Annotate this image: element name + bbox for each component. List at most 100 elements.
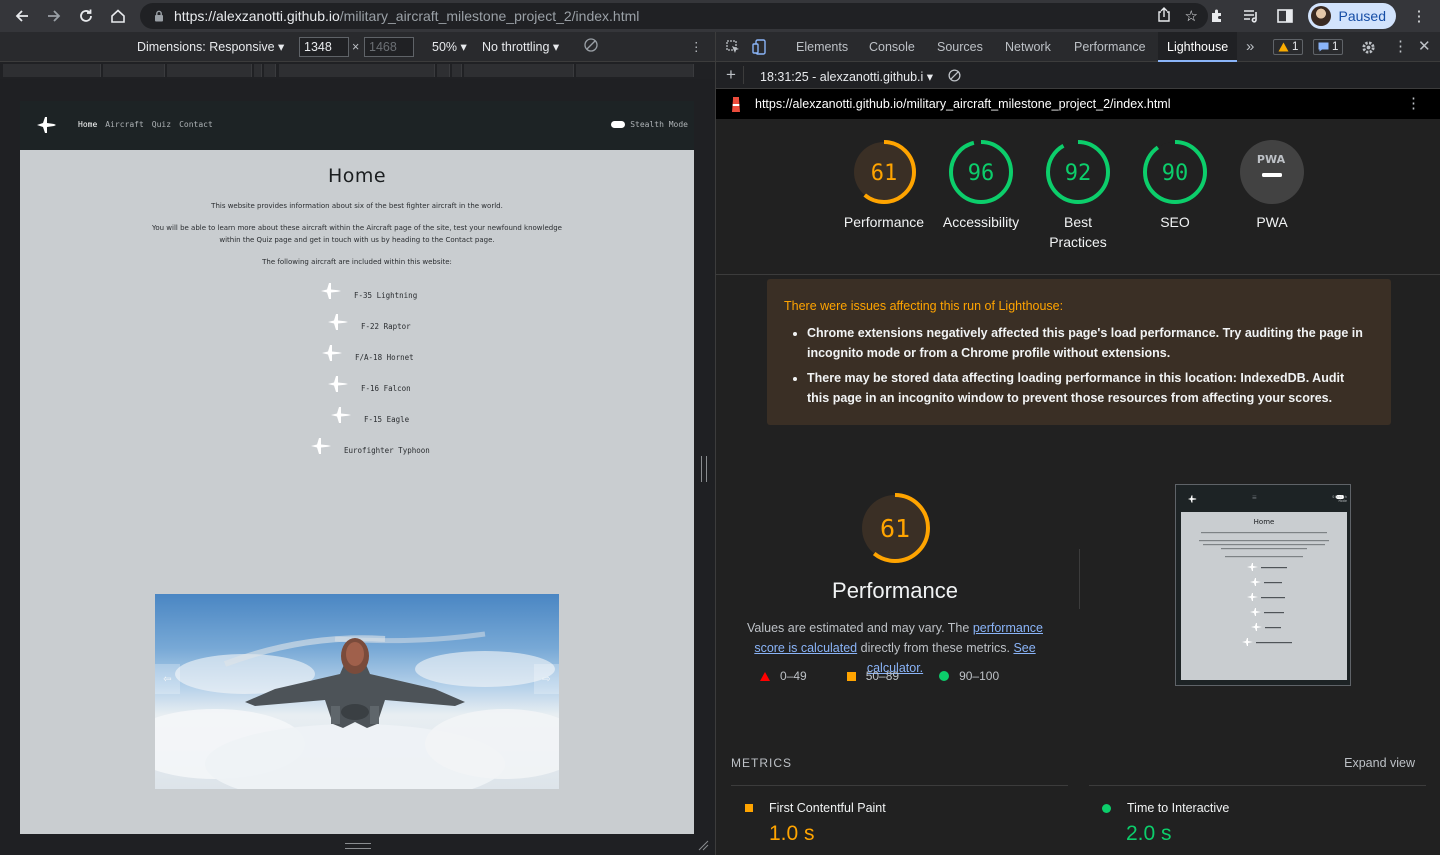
ruler-segment[interactable] [464, 64, 574, 77]
report-selector[interactable]: 18:31:25 - alexzanotti.github.i ▾ [760, 69, 933, 84]
seo-gauge-ring: 90 [1143, 140, 1207, 204]
ruler-segment[interactable] [103, 64, 165, 77]
share-icon[interactable] [1157, 6, 1171, 26]
tab-sources[interactable]: Sources [937, 32, 983, 62]
gauge-performance[interactable]: 61 Performance [834, 139, 934, 232]
dimensions-dropdown[interactable]: Dimensions: Responsive ▾ [137, 39, 284, 54]
rotate-icon[interactable] [584, 38, 598, 55]
metric-name: Time to Interactive [1127, 801, 1230, 815]
home-icon[interactable] [102, 0, 134, 32]
profile-button[interactable]: Paused [1307, 3, 1396, 29]
metrics-divider [731, 785, 1068, 786]
gauge-label-performance: Performance [843, 214, 925, 230]
nav-link-aircraft[interactable]: Aircraft [105, 120, 144, 129]
lock-icon[interactable] [152, 9, 166, 23]
toggle-switch[interactable] [611, 121, 626, 128]
jet-logo-icon[interactable] [35, 114, 57, 136]
intro-paragraph: This website provides information about … [211, 202, 503, 210]
tab-lighthouse[interactable]: Lighthouse [1158, 32, 1238, 62]
gauge-seo[interactable]: 90 SEO [1125, 139, 1225, 232]
thumbnail-jet-logo-icon [1187, 495, 1197, 503]
gauge-label-pwa: PWA [1256, 214, 1288, 230]
address-bar[interactable]: https://alexzanotti.github.io/military_a… [140, 3, 1208, 29]
nav-link-contact[interactable]: Contact [179, 120, 213, 129]
throttling-label: No throttling [482, 40, 550, 54]
metric-value: 2.0 s [1126, 822, 1172, 845]
best-practices-score: 92 [1065, 161, 1092, 186]
nav-link-quiz[interactable]: Quiz [152, 120, 171, 129]
tab-elements[interactable]: Elements [796, 32, 848, 62]
report-selector-label: 18:31:25 - alexzanotti.github.i [760, 70, 924, 84]
devtools-menu-icon[interactable]: ⋮ [1393, 32, 1408, 62]
score-legend: 0–49 50–89 90–100 [760, 669, 999, 683]
device-toolbar-menu-icon[interactable]: ⋮ [690, 39, 703, 54]
performance-score-large: 61 [880, 514, 910, 543]
ruler-segment[interactable] [167, 64, 252, 77]
height-input[interactable]: 1468 [364, 37, 414, 57]
gauge-pwa[interactable]: PWA PWA [1222, 139, 1322, 232]
carousel-next-button[interactable]: ⇨ [534, 664, 559, 694]
report-url[interactable]: https://alexzanotti.github.io/military_a… [755, 97, 1171, 111]
bookmark-star-icon[interactable]: ☆ [1185, 7, 1198, 25]
dimensions-label: Dimensions: Responsive [137, 40, 275, 54]
device-mode-toggle-icon[interactable] [752, 32, 766, 62]
extensions-puzzle-icon[interactable] [1206, 5, 1228, 27]
metric-time-to-interactive: Time to Interactive 2.0 s [1102, 801, 1229, 846]
viewport-corner-resize-handle[interactable] [697, 839, 709, 851]
legend-fail-range: 0–49 [780, 669, 807, 683]
aircraft-carousel[interactable]: ⇦ ⇨ [155, 594, 559, 789]
zoom-dropdown[interactable]: 50% ▾ [432, 39, 467, 54]
chrome-menu-icon[interactable]: ⋮ [1408, 5, 1430, 27]
throttling-dropdown[interactable]: No throttling ▾ [482, 39, 559, 54]
side-panel-icon[interactable] [1274, 5, 1296, 27]
clear-reports-icon[interactable] [948, 69, 961, 87]
back-icon[interactable] [6, 0, 38, 32]
close-devtools-icon[interactable]: ✕ [1418, 32, 1431, 62]
messages-badge[interactable]: 1 [1313, 39, 1344, 55]
metrics-divider [1089, 785, 1426, 786]
ruler-segment[interactable] [437, 64, 450, 77]
nav-link-home[interactable]: Home [78, 120, 97, 129]
summary-divider [1079, 549, 1080, 609]
carousel-prev-button[interactable]: ⇦ [155, 664, 180, 694]
final-screenshot-thumbnail[interactable]: ≡ Stealth Mode Home [1175, 484, 1351, 686]
jet-icon [328, 376, 348, 392]
aircraft-name: F/A-18 Hornet [355, 353, 414, 362]
url-text[interactable]: https://alexzanotti.github.io/military_a… [174, 8, 639, 24]
viewport-height-resize-handle[interactable] [345, 843, 371, 849]
stealth-mode-toggle[interactable]: Stealth Mode [611, 120, 688, 129]
warnings-badge[interactable]: 1 [1273, 39, 1304, 55]
ruler-segment[interactable] [254, 64, 262, 77]
viewport-width-resize-handle[interactable] [701, 456, 707, 482]
more-tabs-icon[interactable]: » [1246, 32, 1254, 62]
settings-gear-icon[interactable] [1361, 32, 1376, 62]
tab-network[interactable]: Network [1005, 32, 1051, 62]
ruler-segment[interactable] [576, 64, 694, 77]
ruler-segment[interactable] [264, 64, 276, 77]
thumbnail-content [1199, 532, 1329, 646]
tab-performance[interactable]: Performance [1074, 32, 1146, 62]
ruler-segment[interactable] [279, 64, 435, 77]
gauge-best-practices[interactable]: 92 Best Practices [1028, 139, 1128, 252]
width-input[interactable]: 1348 [299, 37, 349, 57]
reload-icon[interactable] [70, 0, 102, 32]
report-menu-icon[interactable]: ⋮ [1406, 94, 1421, 112]
orange-square-icon [846, 671, 856, 681]
forward-icon[interactable] [38, 0, 70, 32]
inspect-element-icon[interactable] [726, 32, 740, 62]
performance-gauge-large: 61 [860, 493, 930, 563]
f35-photo [155, 631, 559, 789]
dimension-separator: × [352, 40, 360, 54]
lighthouse-logo-icon [729, 96, 743, 118]
media-queue-icon[interactable] [1240, 5, 1262, 27]
list-item: F-15 Eagle [330, 405, 409, 425]
ruler-segment[interactable] [452, 64, 462, 77]
expand-view-toggle[interactable]: Expand view [1344, 756, 1415, 770]
tab-console[interactable]: Console [869, 32, 915, 62]
new-report-icon[interactable]: + [726, 65, 736, 85]
site-navbar: Home Aircraft Quiz Contact Stealth Mode [20, 101, 694, 150]
green-circle-icon [1102, 803, 1111, 813]
gauge-accessibility[interactable]: 96 Accessibility [931, 139, 1031, 232]
list-item: F-16 Falcon [327, 374, 411, 394]
ruler-segment[interactable] [3, 64, 101, 77]
